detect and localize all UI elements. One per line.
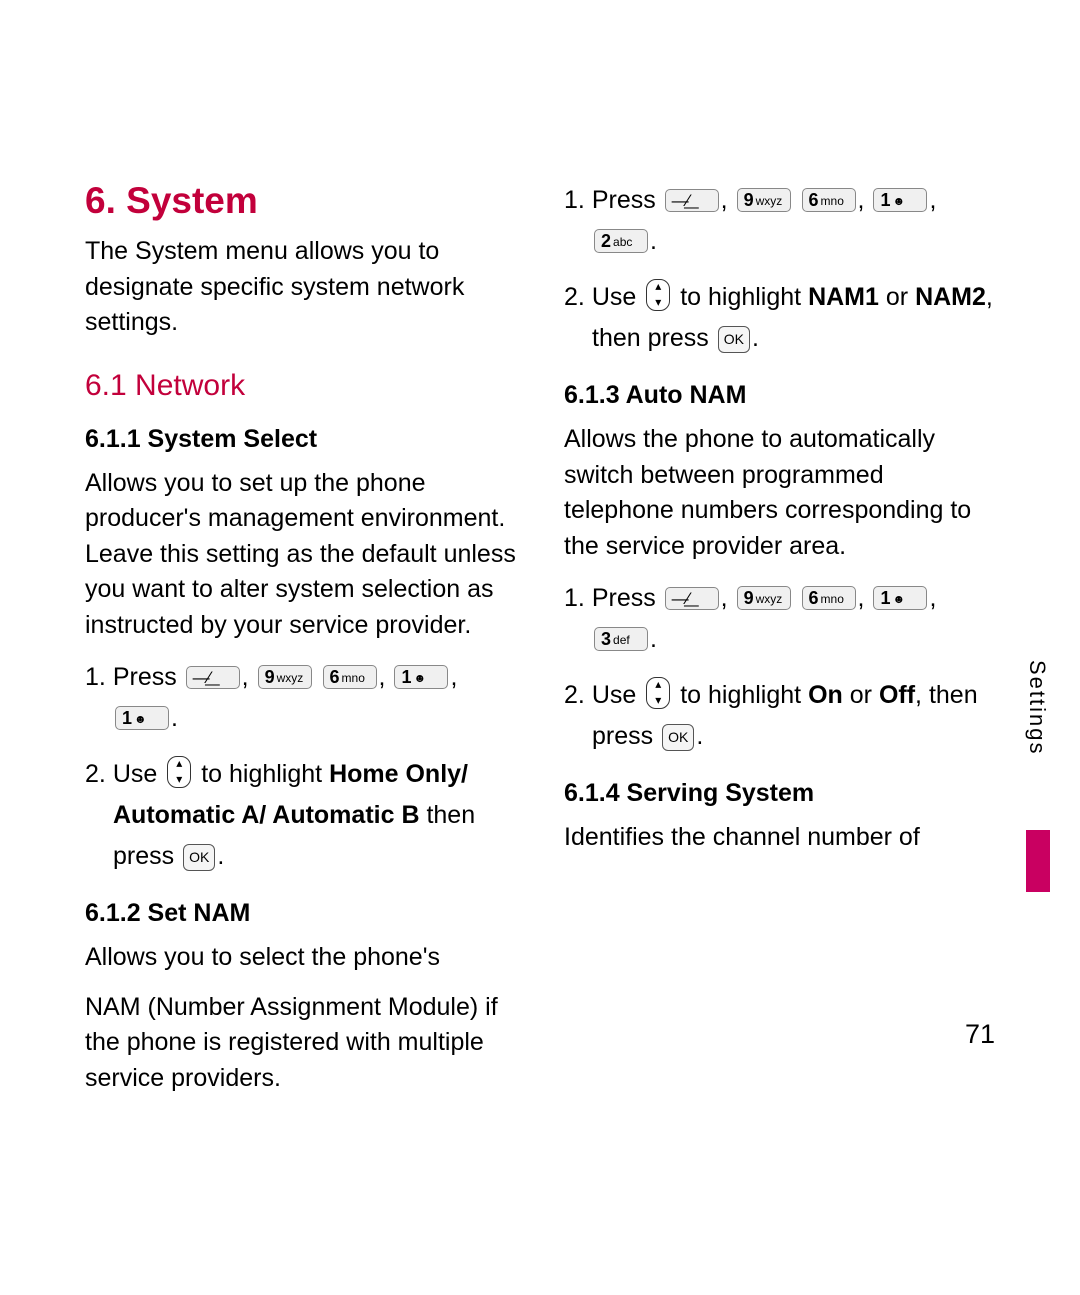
heading-serving-system: 6.1.4 Serving System: [564, 779, 995, 808]
key-3: 3def: [594, 627, 648, 651]
key-1: 1☻: [394, 665, 448, 689]
step-613-2: 2. Use to highlight On or Off, then pres…: [564, 675, 995, 758]
ok-key-icon: OK: [662, 724, 694, 751]
heading-system-select: 6.1.1 System Select: [85, 425, 516, 454]
nav-updown-icon: [167, 756, 191, 788]
menu-key-icon: [665, 189, 719, 212]
ok-key-icon: OK: [183, 844, 215, 871]
nav-updown-icon: [646, 279, 670, 311]
para-set-nam-1: Allows you to select the phone's: [85, 940, 516, 976]
key-1b: 1☻: [115, 706, 169, 730]
key-6: 6mno: [323, 665, 377, 689]
key-9: 9wxyz: [737, 586, 791, 610]
key-1: 1☻: [873, 188, 927, 212]
para-set-nam-2: NAM (Number Assignment Module) if the ph…: [85, 990, 516, 1097]
para-system-select: Allows you to set up the phone producer'…: [85, 466, 516, 644]
heading-auto-nam: 6.1.3 Auto NAM: [564, 381, 995, 410]
step-611-1: 1. Press , 9wxyz 6mno, 1☻, 1☻.: [85, 657, 516, 740]
heading-set-nam: 6.1.2 Set NAM: [85, 899, 516, 928]
step-612-1: 1. Press , 9wxyz 6mno, 1☻, 2abc.: [564, 180, 995, 263]
para-serving-system: Identifies the channel number of: [564, 820, 995, 856]
step-611-2: 2. Use to highlight Home Only/ Automatic…: [85, 754, 516, 878]
key-9: 9wxyz: [737, 188, 791, 212]
intro-text: The System menu allows you to designate …: [85, 234, 516, 341]
key-9: 9wxyz: [258, 665, 312, 689]
page-number: 71: [965, 1019, 995, 1050]
ok-key-icon: OK: [718, 326, 750, 353]
key-6: 6mno: [802, 188, 856, 212]
subsection-network: 6.1 Network: [85, 369, 516, 403]
menu-key-icon: [665, 587, 719, 610]
key-6: 6mno: [802, 586, 856, 610]
side-tab-label: Settings: [1024, 660, 1050, 756]
menu-key-icon: [186, 666, 240, 689]
key-1: 1☻: [873, 586, 927, 610]
section-heading: 6. System: [85, 180, 516, 222]
step-612-2: 2. Use to highlight NAM1 or NAM2, then p…: [564, 277, 995, 360]
side-tab-marker: [1026, 830, 1050, 892]
para-auto-nam: Allows the phone to automatically switch…: [564, 422, 995, 564]
key-2: 2abc: [594, 229, 648, 253]
nav-updown-icon: [646, 677, 670, 709]
step-613-1: 1. Press , 9wxyz 6mno, 1☻, 3def.: [564, 578, 995, 661]
